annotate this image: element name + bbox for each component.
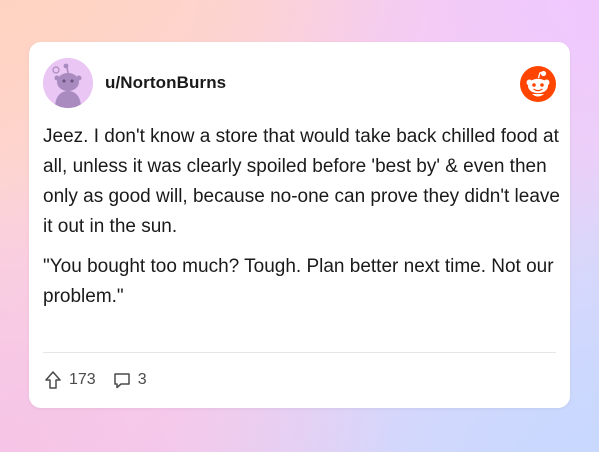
post-card: u/NortonBurns Jeez. I don't know a store… <box>29 42 570 408</box>
post-paragraph-1: Jeez. I don't know a store that would ta… <box>43 126 560 237</box>
post-footer: 173 3 <box>43 369 163 391</box>
comment-bubble-icon[interactable] <box>112 370 132 390</box>
comment-count: 3 <box>137 371 147 388</box>
post-paragraph-2: "You bought too much? Tough. Plan better… <box>43 256 554 307</box>
post-header: u/NortonBurns <box>43 58 556 108</box>
post-body: Jeez. I don't know a store that would ta… <box>43 122 563 322</box>
snoo-avatar-icon[interactable] <box>43 58 93 108</box>
divider <box>43 352 556 353</box>
username[interactable]: u/NortonBurns <box>105 73 226 93</box>
reddit-logo-icon <box>520 66 556 102</box>
upvote-arrow-icon[interactable] <box>43 370 63 390</box>
upvote-count: 173 <box>69 371 96 388</box>
